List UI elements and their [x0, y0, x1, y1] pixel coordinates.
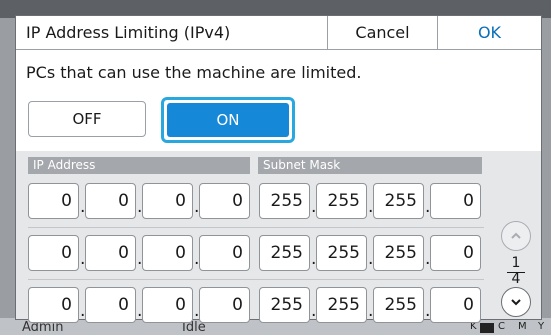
ip-octet-field[interactable]: 0	[142, 287, 193, 323]
page-current: 1	[511, 255, 521, 271]
ip-octet-field[interactable]: 0	[85, 287, 136, 323]
chevron-down-icon	[511, 299, 521, 306]
ink-label-c: C	[498, 321, 505, 332]
mask-octet-field[interactable]: 255	[373, 287, 424, 323]
ip-octet-field[interactable]: 0	[199, 183, 250, 219]
ip-octet-field[interactable]: 0	[28, 235, 79, 271]
scroll-down-button[interactable]	[501, 287, 531, 317]
row-divider	[28, 279, 484, 280]
ip-limiting-dialog: IP Address Limiting (IPv4) Cancel OK PCs…	[15, 15, 542, 323]
dialog-title: IP Address Limiting (IPv4)	[26, 23, 231, 42]
ok-button[interactable]: OK	[437, 16, 541, 49]
off-button[interactable]: OFF	[28, 101, 146, 137]
scroll-up-button[interactable]	[501, 221, 531, 251]
ink-label-y: Y	[538, 321, 545, 332]
address-table: IP Address Subnet Mask 0 . 0 . 0 . 0 255…	[16, 151, 541, 323]
chevron-up-icon	[511, 232, 521, 239]
scroll-column: 1 4	[488, 151, 541, 319]
ip-address-header: IP Address	[28, 157, 250, 174]
mask-octet-field[interactable]: 255	[373, 183, 424, 219]
page-total: 4	[511, 271, 521, 287]
table-row: 0 . 0 . 0 . 0 255 . 255 . 255 . 0	[28, 183, 484, 223]
ip-octet-field[interactable]: 0	[28, 287, 79, 323]
ip-octet-field[interactable]: 0	[142, 183, 193, 219]
row-divider	[28, 227, 484, 228]
subnet-mask-header: Subnet Mask	[258, 157, 482, 174]
mask-octet-field[interactable]: 255	[316, 183, 367, 219]
ip-octet-field[interactable]: 0	[199, 235, 250, 271]
ip-octet-field[interactable]: 0	[28, 183, 79, 219]
mask-octet-field[interactable]: 255	[373, 235, 424, 271]
mask-octet-field[interactable]: 255	[259, 235, 310, 271]
dialog-message: PCs that can use the machine are limited…	[26, 63, 362, 82]
ip-octet-field[interactable]: 0	[85, 235, 136, 271]
ip-octet-field[interactable]: 0	[142, 235, 193, 271]
on-button[interactable]: ON	[167, 103, 289, 137]
mask-octet-field[interactable]: 255	[316, 235, 367, 271]
mask-octet-field[interactable]: 255	[259, 183, 310, 219]
table-row: 0 . 0 . 0 . 0 255 . 255 . 255 . 0	[28, 235, 484, 275]
mask-octet-field[interactable]: 0	[430, 183, 481, 219]
dialog-title-bar: IP Address Limiting (IPv4) Cancel OK	[16, 16, 541, 50]
ink-label-m: M	[518, 321, 527, 332]
limit-toggle: OFF ON	[28, 97, 295, 143]
table-row: 0 . 0 . 0 . 0 255 . 255 . 255 . 0	[28, 287, 484, 327]
mask-octet-field[interactable]: 255	[316, 287, 367, 323]
ip-octet-field[interactable]: 0	[85, 183, 136, 219]
ip-octet-field[interactable]: 0	[199, 287, 250, 323]
mask-octet-field[interactable]: 255	[259, 287, 310, 323]
mask-octet-field[interactable]: 0	[430, 287, 481, 323]
cancel-button[interactable]: Cancel	[327, 16, 437, 49]
on-selection-frame: ON	[161, 97, 295, 143]
mask-octet-field[interactable]: 0	[430, 235, 481, 271]
